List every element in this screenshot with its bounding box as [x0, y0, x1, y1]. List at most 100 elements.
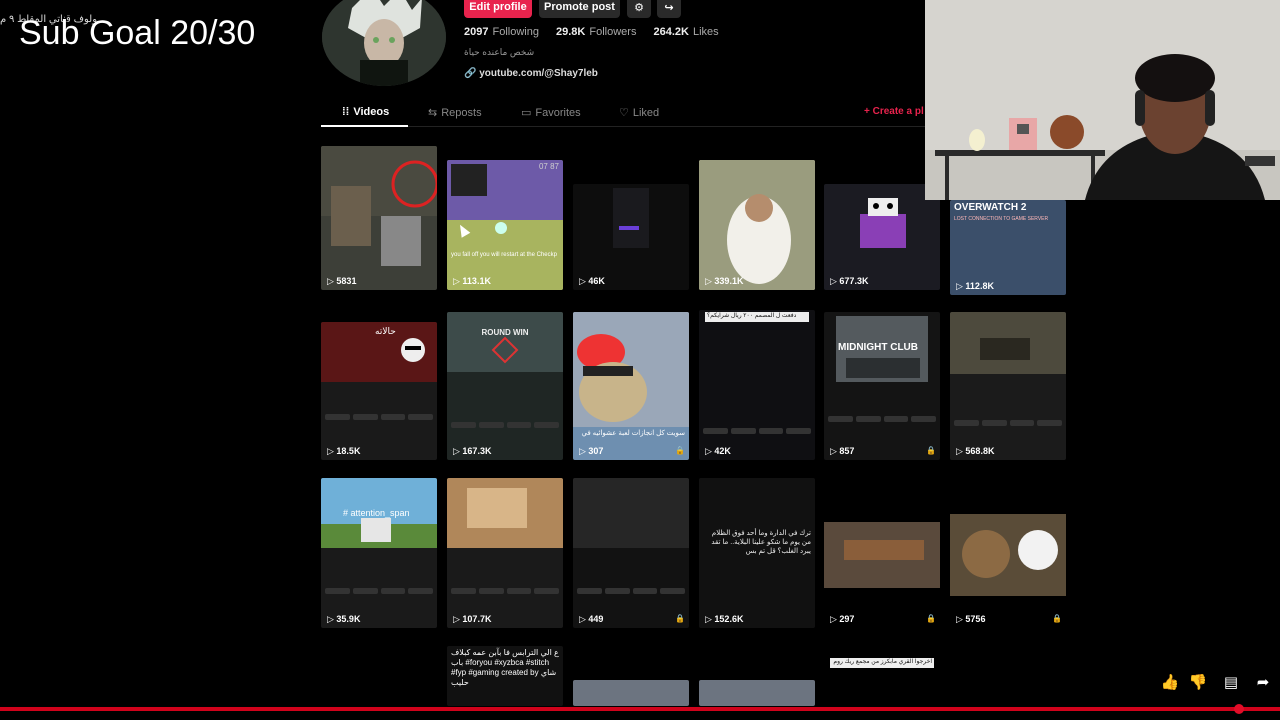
video-tile[interactable]	[573, 680, 689, 706]
view-count: ▷ 35.9K	[327, 614, 361, 624]
followers-label[interactable]: Followers	[589, 26, 636, 38]
bookmark-icon: ▭	[521, 107, 532, 119]
view-count: ▷ 677.3K	[830, 276, 869, 286]
grid-icon: ⁞⁞	[342, 106, 350, 118]
video-tile[interactable]: ▷ 677.3K	[824, 184, 940, 290]
tab-favorites[interactable]: ▭ Favorites	[521, 106, 581, 120]
video-subtitle-text: LOST CONNECTION TO GAME SERVER	[954, 216, 1049, 222]
video-tile[interactable]: دفعت ل المصمم ٢٠٠ ريال شرايكم؟ ▷ 42K	[699, 310, 815, 460]
view-count: ▷ 568.8K	[956, 446, 995, 456]
following-label[interactable]: Following	[492, 26, 538, 38]
share-icon: ↪	[664, 1, 674, 14]
lock-icon: 🔒	[926, 614, 936, 623]
view-count: ▷ 5756	[956, 614, 986, 624]
video-tile[interactable]: ▷ 568.8K	[950, 312, 1066, 460]
likes-label: Likes	[693, 26, 719, 38]
video-caption: you fall off you will restart at the Che…	[451, 252, 557, 258]
lock-icon: 🔒	[926, 446, 936, 455]
view-count: ▷ 113.1K	[453, 276, 491, 286]
view-count: ▷ 5831	[327, 276, 357, 286]
view-count: ▷ 167.3K	[453, 446, 492, 456]
video-progress-bar[interactable]	[0, 707, 1280, 711]
progress-scrubber[interactable]	[1234, 704, 1244, 714]
view-count: ▷ 112.8K	[956, 281, 994, 291]
sub-goal-overlay: Sub Goal 20/30	[19, 14, 256, 52]
tab-label: Favorites	[535, 106, 581, 119]
tab-videos[interactable]: ⁞⁞ Videos	[342, 106, 389, 118]
video-tile[interactable]: ▷ 5756 🔒	[950, 478, 1066, 628]
video-tile[interactable]: # attention_span ▷ 35.9K	[321, 478, 437, 628]
view-count: ▷ 297	[830, 614, 855, 624]
share-button[interactable]: ➦	[1253, 672, 1273, 692]
comments-button[interactable]: ▤	[1221, 672, 1241, 692]
video-caption: دفعت ل المصمم ٢٠٠ ريال شرايكم؟	[705, 312, 809, 322]
following-count: 2097	[464, 26, 489, 38]
video-caption: اخرجوا القري مابكرز من مجمع ريك روم	[830, 658, 934, 668]
gear-icon: ⚙	[634, 1, 644, 14]
video-tile[interactable]: ترك في الدارة وما أحد فوق الظلام من يوم …	[699, 478, 815, 628]
share-icon: ➦	[1256, 674, 1270, 691]
view-count: ▷ 42K	[705, 446, 731, 456]
video-caption: ROUND WIN	[481, 328, 529, 337]
video-tile[interactable]: سويت كل انجازات لعبة عشوائيه في ▷ 307 🔒	[573, 312, 689, 460]
repost-icon: ⇆	[428, 107, 438, 119]
video-tile[interactable]: ▷ 46K	[573, 184, 689, 290]
tab-label: Liked	[632, 106, 660, 119]
video-tile[interactable]: OVERWATCH 2 LOST CONNECTION TO GAME SERV…	[950, 200, 1066, 295]
likes-count: 264.2K	[653, 26, 689, 38]
profile-link-text[interactable]: youtube.com/@Shay7leb	[479, 68, 598, 79]
tab-label: Reposts	[441, 106, 482, 119]
video-tile[interactable]: ▷ 107.7K	[447, 478, 563, 628]
heart-icon: ♡	[619, 107, 629, 119]
view-count: ▷ 18.5K	[327, 446, 361, 456]
video-caption: ع الي الترابس فا بآبن عمه كبلاف باب #for…	[451, 648, 559, 687]
video-title-text: OVERWATCH 2	[954, 202, 1027, 213]
lock-icon: 🔒	[675, 614, 685, 623]
video-tile[interactable]: حالاته ▷ 18.5K	[321, 322, 437, 460]
video-caption: حالاته	[375, 326, 396, 336]
edit-profile-button[interactable]: Edit profile	[464, 0, 532, 18]
promote-post-button[interactable]: Promote post	[539, 0, 620, 18]
video-tile[interactable]: ROUND WIN ▷ 167.3K	[447, 312, 563, 460]
link-icon: 🔗	[464, 68, 477, 79]
video-tile[interactable]: ع الي الترابس فا بآبن عمه كبلاف باب #for…	[447, 646, 563, 706]
lock-icon: 🔒	[1052, 614, 1062, 623]
profile-bio: شخص ماعنده حياة	[464, 47, 535, 57]
dislike-button[interactable]: 👎	[1188, 672, 1208, 692]
view-count: ▷ 152.6K	[705, 614, 744, 624]
tab-divider	[321, 126, 925, 127]
settings-button[interactable]: ⚙	[627, 0, 651, 18]
video-caption: ترك في الدارة وما أحد فوق الظلام من يوم …	[711, 530, 811, 555]
view-count: ▷ 46K	[579, 276, 605, 286]
video-time-text: 07 87	[538, 162, 559, 171]
view-count: ▷ 449	[579, 614, 604, 624]
tab-reposts[interactable]: ⇆ Reposts	[428, 106, 482, 120]
thumbs-up-icon: 👍	[1160, 674, 1180, 691]
followers-count: 29.8K	[556, 26, 586, 38]
view-count: ▷ 107.7K	[453, 614, 492, 624]
create-playlist-button[interactable]: + Create a pl	[864, 106, 924, 117]
lock-icon: 🔒	[675, 446, 685, 455]
comment-icon: ▤	[1223, 674, 1239, 691]
avatar[interactable]	[322, 0, 446, 86]
view-count: ▷ 307	[579, 446, 604, 456]
thumbs-down-icon: 👎	[1188, 674, 1208, 691]
video-tile[interactable]	[699, 680, 815, 706]
webcam-overlay	[925, 0, 1280, 200]
video-caption: سويت كل انجازات لعبة عشوائيه في	[581, 430, 685, 437]
profile-stats: 2097 Following 29.8K Followers 264.2K Likes	[464, 26, 719, 38]
view-count: ▷ 339.1K	[705, 276, 744, 286]
video-tile[interactable]: ▷ 339.1K	[699, 160, 815, 290]
video-tile[interactable]: ▷ 5831	[321, 146, 437, 290]
share-profile-button[interactable]: ↪	[657, 0, 681, 18]
video-tile[interactable]: اخرجوا القري مابكرز من مجمع ريك روم	[824, 656, 940, 706]
tab-label: Videos	[353, 106, 390, 118]
like-button[interactable]: 👍	[1160, 672, 1180, 692]
profile-link[interactable]: 🔗 youtube.com/@Shay7leb	[464, 68, 598, 79]
video-caption: # attention_span	[343, 508, 410, 518]
video-caption: MIDNIGHT CLUB	[838, 342, 918, 353]
video-tile[interactable]: ▷ 297 🔒	[824, 478, 940, 628]
video-tile[interactable]: ▷ 449 🔒	[573, 478, 689, 628]
video-tile[interactable]: MIDNIGHT CLUB ▷ 857 🔒	[824, 312, 940, 460]
tab-liked[interactable]: ♡ Liked	[619, 106, 660, 120]
